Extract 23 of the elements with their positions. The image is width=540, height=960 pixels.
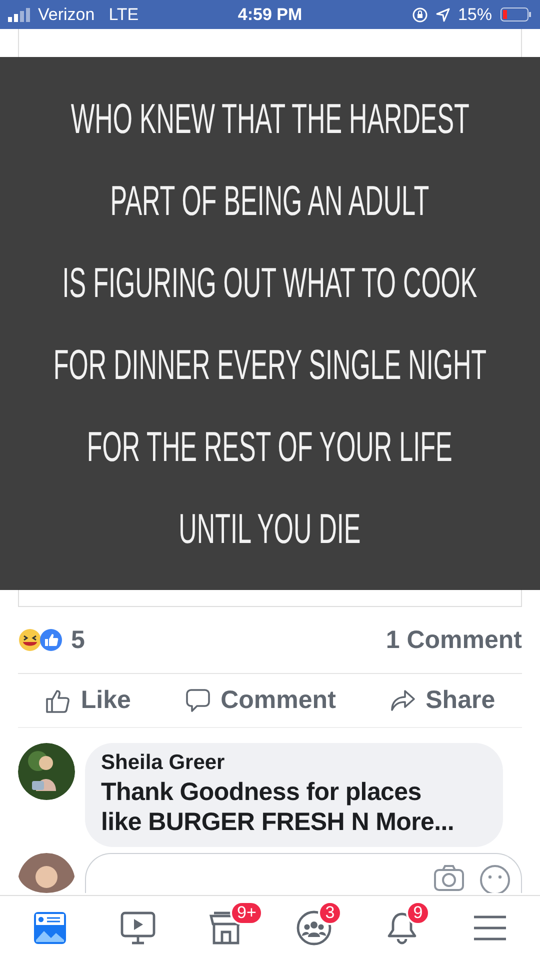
image-caption-line: WHO KNEW THAT THE HARDEST <box>70 94 470 144</box>
comment-button[interactable]: Comment <box>178 682 342 719</box>
clock-time: 4:59 PM <box>238 4 302 24</box>
battery-percent: 15% <box>458 4 492 24</box>
marketplace-tab[interactable]: 9+ <box>186 900 266 956</box>
comment-text: Thank Goodness for places like BURGER FRESH N More... <box>101 777 456 837</box>
comment-author[interactable]: Sheila Greer <box>101 751 487 775</box>
reaction-count[interactable]: 5 <box>71 626 85 654</box>
network-type: LTE <box>108 4 139 24</box>
share-button[interactable]: Share <box>384 682 502 719</box>
image-caption-line: FOR THE REST OF YOUR LIFE <box>87 422 453 472</box>
groups-tab[interactable]: 3 <box>274 900 354 956</box>
image-caption-line: IS FIGURING OUT WHAT TO COOK <box>62 258 478 308</box>
notification-badge: 9+ <box>230 901 264 925</box>
image-caption-line: PART OF BEING AN ADULT <box>110 176 430 226</box>
like-button[interactable]: Like <box>38 682 137 719</box>
comment-count[interactable]: 1 Comment <box>386 626 522 654</box>
notifications-tab[interactable]: 9 <box>362 900 442 956</box>
image-caption-line: UNTIL YOU DIE <box>178 504 362 554</box>
carrier-name: Verizon <box>38 4 95 24</box>
image-caption-line: FOR DINNER EVERY SINGLE NIGHT <box>53 340 487 390</box>
notification-badge: 3 <box>318 901 342 925</box>
notification-badge: 9 <box>406 901 430 925</box>
